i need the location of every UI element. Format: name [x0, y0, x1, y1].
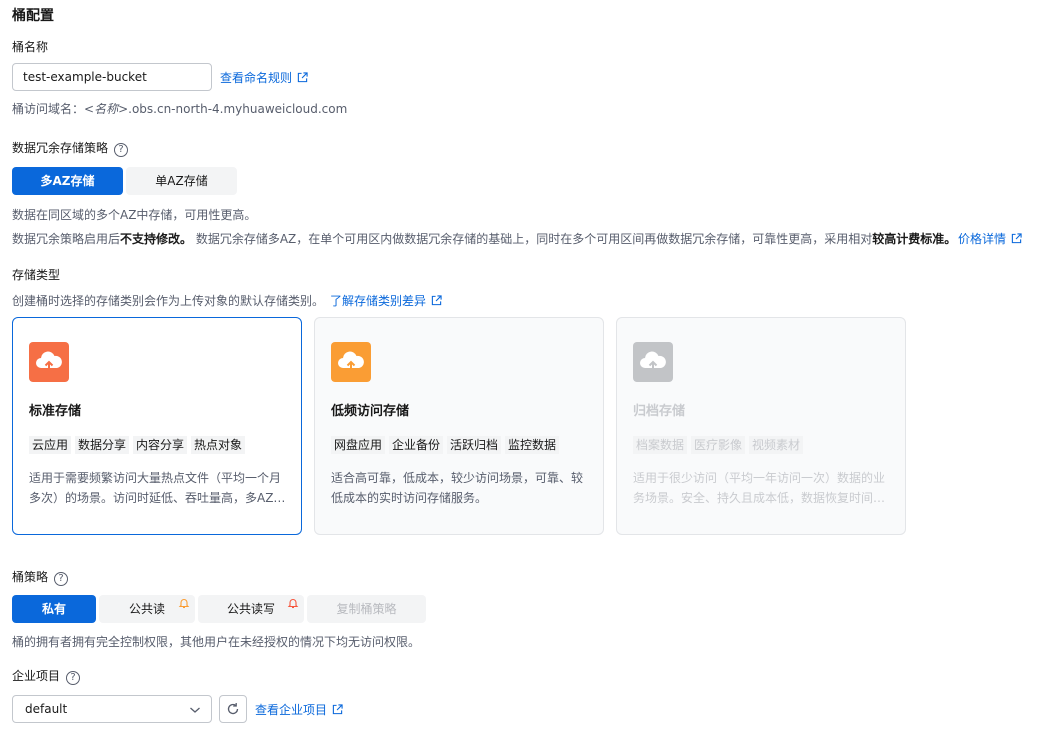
bucket-domain: 桶访问域名：<名称>.obs.cn-north-4.myhuaweicloud.…	[12, 100, 347, 117]
refresh-button[interactable]	[219, 695, 247, 723]
enterprise-project-label: 企业项目?	[12, 667, 81, 685]
redundancy-option-single-az[interactable]: 单AZ存储	[126, 167, 237, 195]
card-tags: 云应用 数据分享 内容分享 热点对象	[29, 436, 246, 454]
policy-option-copy-policy[interactable]: 复制桶策略	[307, 595, 426, 623]
bell-icon	[178, 599, 190, 609]
help-icon[interactable]: ?	[114, 143, 129, 157]
bucket-policy-label: 桶策略?	[12, 568, 69, 586]
help-icon[interactable]: ?	[54, 572, 69, 586]
storage-class-label: 存储类型	[12, 268, 61, 282]
card-title: 低频访问存储	[331, 404, 410, 419]
cloud-upload-icon	[29, 342, 69, 382]
card-tag: 监控数据	[505, 436, 560, 454]
card-desc: 适用于需要频繁访问大量热点文件（平均一个月多次）的场景。访问时延低、吞吐量高，多…	[29, 471, 286, 505]
bucket-domain-prefix: 桶访问域名：<	[12, 102, 95, 116]
redundancy-label-text: 数据冗余存储策略	[12, 141, 109, 155]
external-link-icon	[1011, 233, 1022, 244]
card-desc: 适用于很少访问（平均一年访问一次）数据的业务场景。安全、持久且成本低，数据恢复时…	[633, 471, 886, 505]
view-enterprise-project-link[interactable]: 查看企业项目	[255, 701, 343, 718]
card-tag: 活跃归档	[447, 436, 502, 454]
cloud-upload-icon	[633, 342, 673, 382]
redundancy-desc: 数据在同区域的多个AZ中存储，可用性更高。	[12, 208, 257, 222]
card-tag: 网盘应用	[331, 436, 386, 454]
enterprise-project-value: default	[25, 702, 68, 716]
pricing-details-link-label: 价格详情	[958, 232, 1007, 246]
policy-option-private[interactable]: 私有	[12, 595, 96, 623]
storage-diff-link-label: 了解存储类别差异	[330, 294, 427, 308]
card-tag: 云应用	[29, 436, 72, 454]
bucket-domain-placeholder: 名称	[94, 102, 119, 116]
card-title: 标准存储	[29, 404, 82, 419]
card-tag: 视频素材	[749, 436, 804, 454]
storage-card-archive[interactable]: 归档存储 档案数据 医疗影像 视频素材 适用于很少访问（平均一年访问一次）数据的…	[616, 317, 906, 535]
help-icon[interactable]: ?	[66, 671, 81, 685]
redundancy-note-middle: 数据冗余存储多AZ，在单个可用区内做数据冗余存储的基础上，同时在多个可用区间再做…	[192, 232, 873, 246]
view-enterprise-project-link-label: 查看企业项目	[255, 703, 328, 717]
redundancy-note-prefix: 数据冗余策略启用后	[12, 232, 121, 246]
enterprise-project-select[interactable]: default	[12, 695, 212, 723]
pricing-details-link[interactable]: 价格详情	[958, 230, 1022, 247]
external-link-icon	[431, 295, 442, 306]
enterprise-project-label-text: 企业项目	[12, 669, 61, 683]
bell-icon	[287, 599, 299, 609]
external-link-icon	[332, 704, 343, 715]
card-desc: 适合高可靠，低成本，较少访问场景，可靠、较低成本的实时访问存储服务。	[331, 471, 584, 505]
section-title: 桶配置	[12, 8, 54, 24]
storage-card-infrequent[interactable]: 低频访问存储 网盘应用 企业备份 活跃归档 监控数据 适合高可靠，低成本，较少访…	[314, 317, 604, 535]
card-tag: 医疗影像	[691, 436, 746, 454]
card-tags: 档案数据 医疗影像 视频素材	[633, 436, 804, 454]
bucket-policy-label-text: 桶策略	[12, 570, 49, 584]
redundancy-label: 数据冗余存储策略?	[12, 139, 129, 157]
redundancy-option-multi-az[interactable]: 多AZ存储	[12, 167, 123, 195]
bucket-name-input[interactable]: test-example-bucket	[12, 63, 212, 91]
storage-class-desc: 创建桶时选择的存储类别会作为上传对象的默认存储类别。 了解存储类别差异	[12, 292, 442, 309]
storage-diff-link[interactable]: 了解存储类别差异	[330, 294, 442, 308]
card-tag: 热点对象	[191, 436, 246, 454]
chevron-down-icon	[190, 707, 200, 713]
storage-card-standard[interactable]: 标准存储 云应用 数据分享 内容分享 热点对象 适用于需要频繁访问大量热点文件（…	[12, 317, 302, 535]
bucket-name-label: 桶名称	[12, 40, 49, 54]
redundancy-note-bold1: 不支持修改。	[120, 232, 193, 246]
card-tags: 网盘应用 企业备份 活跃归档 监控数据	[331, 436, 560, 454]
bucket-policy-desc: 桶的拥有者拥有完全控制权限，其他用户在未经授权的情况下均无访问权限。	[12, 635, 421, 649]
naming-rules-link-label: 查看命名规则	[220, 71, 293, 85]
external-link-icon	[297, 72, 308, 83]
refresh-icon	[227, 703, 239, 715]
redundancy-note: 数据冗余策略启用后不支持修改。 数据冗余存储多AZ，在单个可用区内做数据冗余存储…	[12, 230, 956, 247]
card-title: 归档存储	[633, 404, 686, 419]
card-tag: 内容分享	[133, 436, 188, 454]
cloud-upload-icon	[331, 342, 371, 382]
card-tag: 数据分享	[75, 436, 130, 454]
card-tag: 企业备份	[389, 436, 444, 454]
redundancy-note-bold2: 较高计费标准。	[872, 232, 957, 246]
bucket-domain-suffix: >.obs.cn-north-4.myhuaweicloud.com	[118, 102, 348, 116]
card-tag: 档案数据	[633, 436, 688, 454]
naming-rules-link[interactable]: 查看命名规则	[220, 69, 308, 86]
storage-class-desc-text: 创建桶时选择的存储类别会作为上传对象的默认存储类别。	[12, 294, 325, 308]
